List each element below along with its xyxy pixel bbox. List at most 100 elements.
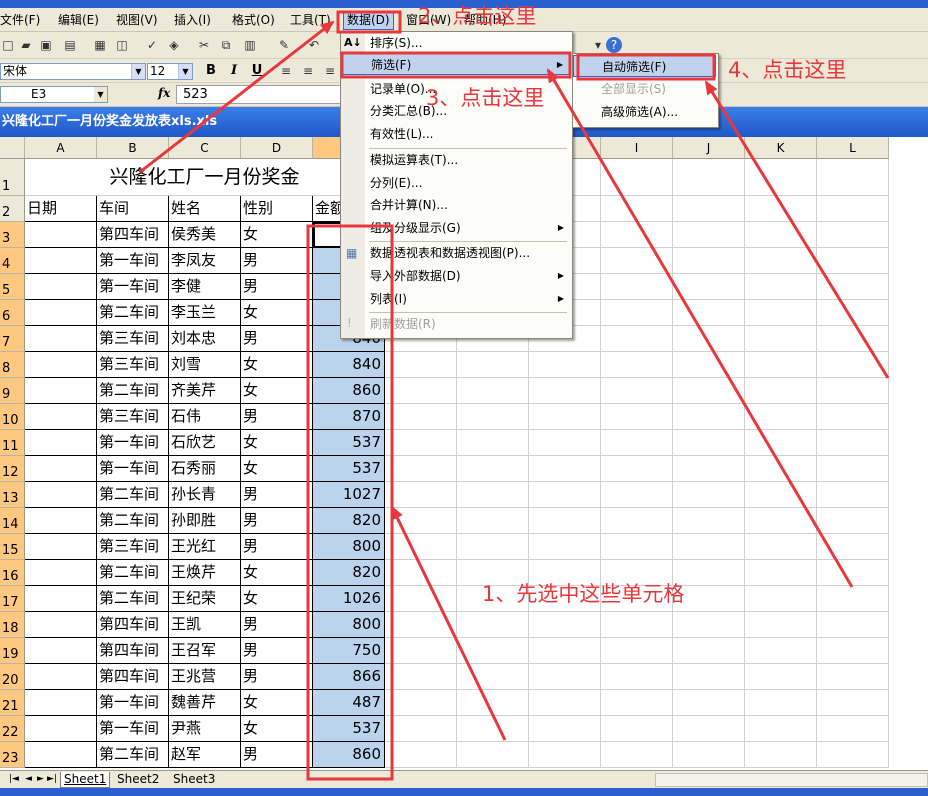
grid-cell[interactable] [673,352,745,378]
data-cell[interactable] [25,560,97,586]
column-header-J[interactable]: J [673,137,745,159]
data-cell[interactable]: 孙长青 [169,482,241,508]
header-cell[interactable]: 日期 [25,196,97,222]
menu-edit[interactable]: 编辑(E) [58,12,99,29]
grid-cell[interactable] [457,534,529,560]
menu-tools[interactable]: 工具(T) [290,12,331,29]
data-cell[interactable]: 男 [241,482,313,508]
grid-cell[interactable] [601,742,673,768]
menu-item-import-data[interactable]: 导入外部数据(D) ▶ [341,265,570,287]
grid-cell[interactable] [745,560,817,586]
grid-cell[interactable] [745,248,817,274]
row-header[interactable]: 12 [0,456,25,482]
data-cell[interactable] [25,508,97,534]
grid-cell[interactable] [817,508,889,534]
open-icon[interactable]: ▰ [18,37,34,53]
amount-cell[interactable]: 870 [313,404,385,430]
align-right-icon[interactable]: ≡ [322,63,338,79]
data-cell[interactable]: 第一车间 [97,248,169,274]
grid-cell[interactable] [745,742,817,768]
grid-cell[interactable] [601,534,673,560]
data-cell[interactable]: 第二车间 [97,482,169,508]
grid-cell[interactable] [817,716,889,742]
menu-format[interactable]: 格式(O) [232,12,275,29]
permission-icon[interactable]: ▤ [62,37,78,53]
grid-cell[interactable] [817,159,889,196]
amount-cell[interactable]: 1027 [313,482,385,508]
grid-cell[interactable] [385,456,457,482]
data-cell[interactable]: 男 [241,404,313,430]
data-cell[interactable]: 石秀丽 [169,456,241,482]
data-cell[interactable]: 第三车间 [97,352,169,378]
menu-view[interactable]: 视图(V) [116,12,158,29]
data-cell[interactable]: 第二车间 [97,378,169,404]
header-cell[interactable]: 车间 [97,196,169,222]
amount-cell[interactable]: 800 [313,612,385,638]
amount-cell[interactable]: 840 [313,352,385,378]
amount-cell[interactable]: 537 [313,716,385,742]
data-cell[interactable]: 女 [241,352,313,378]
bold-button[interactable]: B [201,63,221,79]
data-cell[interactable] [25,300,97,326]
row-header[interactable]: 2 [0,196,25,222]
grid-cell[interactable] [457,352,529,378]
grid-cell[interactable] [601,222,673,248]
data-cell[interactable]: 李健 [169,274,241,300]
grid-cell[interactable] [385,612,457,638]
data-cell[interactable]: 男 [241,612,313,638]
undo-icon[interactable]: ↶ [306,37,322,53]
grid-cell[interactable] [745,534,817,560]
grid-cell[interactable] [817,690,889,716]
font-name-combo[interactable]: 宋体 ▼ [0,63,146,80]
grid-cell[interactable] [457,638,529,664]
underline-button[interactable]: U [247,63,267,79]
grid-cell[interactable] [673,404,745,430]
grid-cell[interactable] [745,508,817,534]
grid-cell[interactable] [817,248,889,274]
data-cell[interactable]: 王召军 [169,638,241,664]
grid-cell[interactable] [673,159,745,196]
grid-cell[interactable] [745,196,817,222]
data-cell[interactable] [25,404,97,430]
data-cell[interactable]: 刘本忠 [169,326,241,352]
grid-cell[interactable] [817,742,889,768]
column-header-B[interactable]: B [97,137,169,159]
data-cell[interactable]: 侯秀美 [169,222,241,248]
data-cell[interactable] [25,352,97,378]
grid-cell[interactable] [385,742,457,768]
grid-cell[interactable] [529,612,601,638]
grid-cell[interactable] [385,378,457,404]
data-cell[interactable]: 第四车间 [97,664,169,690]
grid-cell[interactable] [457,664,529,690]
grid-cell[interactable] [601,612,673,638]
grid-cell[interactable] [457,690,529,716]
amount-cell[interactable]: 487 [313,690,385,716]
data-cell[interactable] [25,274,97,300]
row-header[interactable]: 22 [0,716,25,742]
grid-cell[interactable] [673,378,745,404]
row-header[interactable]: 6 [0,300,25,326]
data-cell[interactable] [25,326,97,352]
data-cell[interactable]: 男 [241,248,313,274]
help-icon[interactable]: ? [606,37,622,53]
select-all-corner[interactable] [0,137,25,159]
grid-cell[interactable] [385,586,457,612]
row-header[interactable]: 11 [0,430,25,456]
data-cell[interactable]: 第一车间 [97,456,169,482]
data-cell[interactable]: 第二车间 [97,560,169,586]
menu-item-consolidate[interactable]: 合并计算(N)... [341,194,570,216]
grid-cell[interactable] [745,664,817,690]
row-header[interactable]: 14 [0,508,25,534]
row-header[interactable]: 4 [0,248,25,274]
amount-cell[interactable]: 860 [313,378,385,404]
data-cell[interactable] [25,742,97,768]
research-icon[interactable]: ◈ [166,37,182,53]
data-cell[interactable]: 魏善芹 [169,690,241,716]
menu-insert[interactable]: 插入(I) [174,12,211,29]
align-left-icon[interactable]: ≡ [278,63,294,79]
grid-cell[interactable] [817,352,889,378]
dropdown-arrow-icon[interactable]: ▾ [590,37,606,53]
grid-cell[interactable] [529,378,601,404]
grid-cell[interactable] [673,534,745,560]
data-cell[interactable]: 李凤友 [169,248,241,274]
